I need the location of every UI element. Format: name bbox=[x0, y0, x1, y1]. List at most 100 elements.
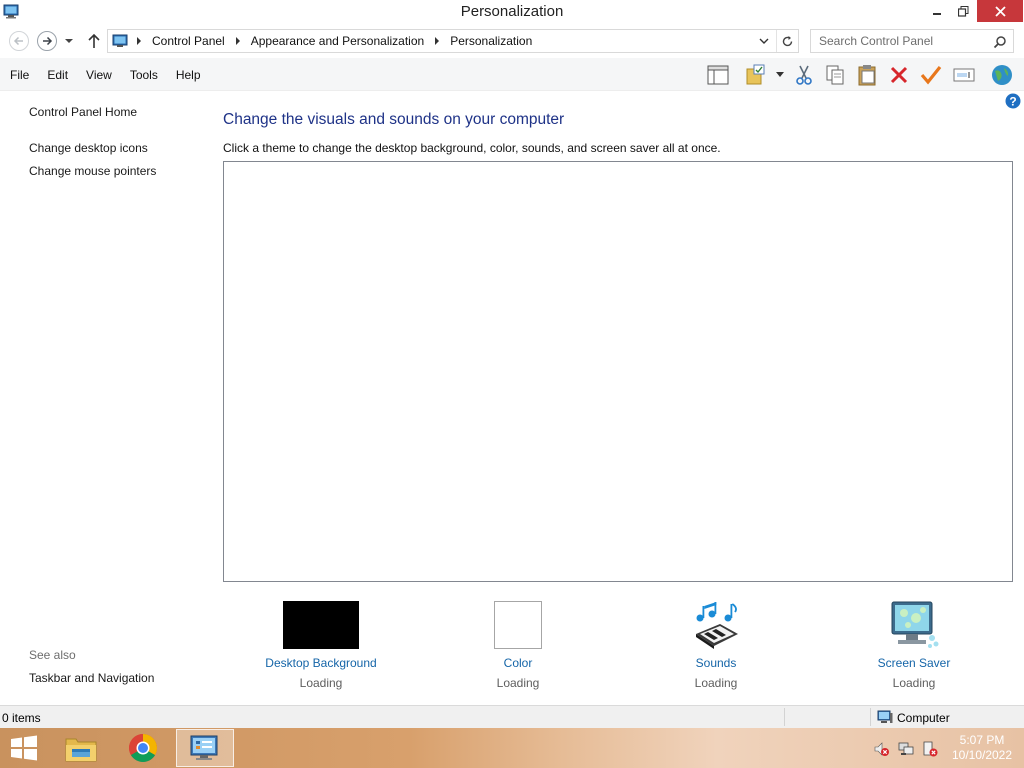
menu-edit[interactable]: Edit bbox=[37, 68, 76, 82]
status-bar: 0 items Computer bbox=[0, 705, 1024, 728]
computer-icon bbox=[877, 710, 893, 723]
menu-view[interactable]: View bbox=[76, 68, 120, 82]
sounds-tile[interactable]: Sounds Loading bbox=[646, 600, 786, 690]
status-divider bbox=[870, 708, 871, 726]
status-divider bbox=[784, 708, 785, 726]
refresh-button[interactable] bbox=[776, 30, 798, 52]
color-label[interactable]: Color bbox=[448, 656, 588, 670]
paste-icon bbox=[858, 65, 876, 86]
screen-saver-thumbnail[interactable] bbox=[876, 600, 952, 650]
folder-properties-dropdown-icon[interactable] bbox=[775, 71, 785, 79]
up-arrow-icon[interactable] bbox=[86, 32, 102, 50]
menu-bar: File Edit View Tools Help bbox=[0, 58, 209, 91]
breadcrumb-separator-icon[interactable] bbox=[428, 37, 446, 45]
svg-text:?: ? bbox=[1009, 95, 1016, 109]
control-panel-home-link[interactable]: Control Panel Home bbox=[29, 105, 137, 119]
address-dropdown-icon[interactable] bbox=[758, 35, 770, 47]
taskbar-file-explorer[interactable] bbox=[52, 729, 110, 767]
minimize-button[interactable] bbox=[924, 0, 950, 22]
breadcrumb-separator-icon[interactable] bbox=[229, 37, 247, 45]
search-box[interactable] bbox=[810, 29, 1014, 53]
taskbar-control-panel[interactable] bbox=[176, 729, 234, 767]
search-icon[interactable] bbox=[993, 35, 1007, 49]
check-icon bbox=[920, 66, 942, 85]
page-title: Change the visuals and sounds on your co… bbox=[223, 111, 565, 128]
desktop-background-status: Loading bbox=[299, 676, 343, 690]
color-thumbnail[interactable] bbox=[480, 600, 556, 650]
theme-list[interactable] bbox=[223, 161, 1013, 582]
restore-button[interactable] bbox=[950, 0, 976, 22]
menu-help[interactable]: Help bbox=[166, 68, 209, 82]
change-desktop-icons-link[interactable]: Change desktop icons bbox=[29, 141, 148, 155]
control-panel-icon bbox=[112, 34, 128, 47]
taskbar-and-navigation-link[interactable]: Taskbar and Navigation bbox=[29, 671, 154, 685]
folder-properties-icon bbox=[746, 64, 765, 85]
rename-icon bbox=[953, 68, 975, 82]
windows-logo-icon bbox=[11, 735, 37, 761]
screen-saver-tile[interactable]: Screen Saver Loading bbox=[844, 600, 984, 690]
back-button[interactable] bbox=[9, 31, 29, 51]
search-input[interactable] bbox=[811, 30, 981, 52]
desktop-background-label[interactable]: Desktop Background bbox=[251, 656, 391, 670]
volume-muted-icon[interactable] bbox=[873, 741, 889, 757]
copy-button[interactable] bbox=[822, 62, 848, 88]
recent-locations-dropdown-icon[interactable] bbox=[64, 35, 74, 47]
check-button[interactable] bbox=[918, 62, 944, 88]
menu-toolbar-row: File Edit View Tools Help bbox=[0, 58, 1024, 91]
breadcrumb-appearance-and-personalization[interactable]: Appearance and Personalization bbox=[247, 34, 428, 48]
menu-tools[interactable]: Tools bbox=[120, 68, 166, 82]
action-center-icon[interactable] bbox=[922, 741, 938, 757]
sounds-thumbnail[interactable] bbox=[678, 600, 754, 650]
start-button[interactable] bbox=[6, 732, 42, 764]
control-panel-icon bbox=[190, 735, 218, 760]
window-title: Personalization bbox=[460, 3, 564, 20]
navigation-bar: Control Panel Appearance and Personaliza… bbox=[0, 24, 1024, 58]
page-subtitle: Click a theme to change the desktop back… bbox=[223, 141, 721, 155]
paste-button[interactable] bbox=[854, 62, 880, 88]
back-arrow-icon bbox=[13, 36, 23, 46]
menu-file[interactable]: File bbox=[0, 68, 37, 82]
address-bar[interactable]: Control Panel Appearance and Personaliza… bbox=[107, 29, 799, 53]
folder-properties-button[interactable] bbox=[743, 62, 769, 88]
title-bar: Personalization bbox=[0, 0, 1024, 24]
clock-date: 10/10/2022 bbox=[951, 748, 1013, 762]
delete-button[interactable] bbox=[886, 62, 912, 88]
breadcrumb: Control Panel Appearance and Personaliza… bbox=[130, 30, 536, 52]
globe-button[interactable] bbox=[989, 62, 1015, 88]
taskbar: 5:07 PM 10/10/2022 bbox=[0, 728, 1024, 768]
cut-button[interactable] bbox=[791, 62, 817, 88]
sounds-icon bbox=[696, 602, 738, 649]
close-button[interactable] bbox=[977, 0, 1023, 22]
rename-button[interactable] bbox=[951, 62, 977, 88]
screen-saver-status: Loading bbox=[892, 676, 936, 690]
see-also-label: See also bbox=[29, 648, 76, 662]
desktop-background-swatch bbox=[283, 601, 359, 649]
color-status: Loading bbox=[496, 676, 540, 690]
clock[interactable]: 5:07 PM 10/10/2022 bbox=[944, 733, 1020, 763]
screen-saver-icon bbox=[891, 601, 939, 648]
left-pane: Control Panel Home Change desktop icons … bbox=[0, 91, 210, 705]
items-count: 0 items bbox=[2, 711, 41, 725]
forward-arrow-icon bbox=[43, 36, 53, 46]
layout-button[interactable] bbox=[705, 62, 731, 88]
breadcrumb-separator-icon[interactable] bbox=[130, 37, 148, 45]
change-mouse-pointers-link[interactable]: Change mouse pointers bbox=[29, 164, 156, 178]
forward-button[interactable] bbox=[37, 31, 57, 51]
breadcrumb-personalization[interactable]: Personalization bbox=[446, 34, 536, 48]
desktop-background-tile[interactable]: Desktop Background Loading bbox=[251, 600, 391, 690]
screen-saver-label[interactable]: Screen Saver bbox=[844, 656, 984, 670]
network-icon[interactable] bbox=[898, 741, 914, 757]
breadcrumb-control-panel[interactable]: Control Panel bbox=[148, 34, 229, 48]
taskbar-chrome[interactable] bbox=[114, 729, 172, 767]
desktop-background-thumbnail[interactable] bbox=[283, 600, 359, 650]
layout-icon bbox=[707, 65, 729, 85]
help-icon[interactable]: ? bbox=[1005, 93, 1021, 109]
minimize-icon bbox=[933, 13, 941, 15]
sounds-label[interactable]: Sounds bbox=[646, 656, 786, 670]
refresh-icon bbox=[782, 35, 793, 46]
close-icon bbox=[994, 5, 1006, 17]
copy-icon bbox=[826, 65, 844, 85]
restore-icon bbox=[957, 5, 968, 17]
location-label: Computer bbox=[897, 711, 950, 725]
color-tile[interactable]: Color Loading bbox=[448, 600, 588, 690]
